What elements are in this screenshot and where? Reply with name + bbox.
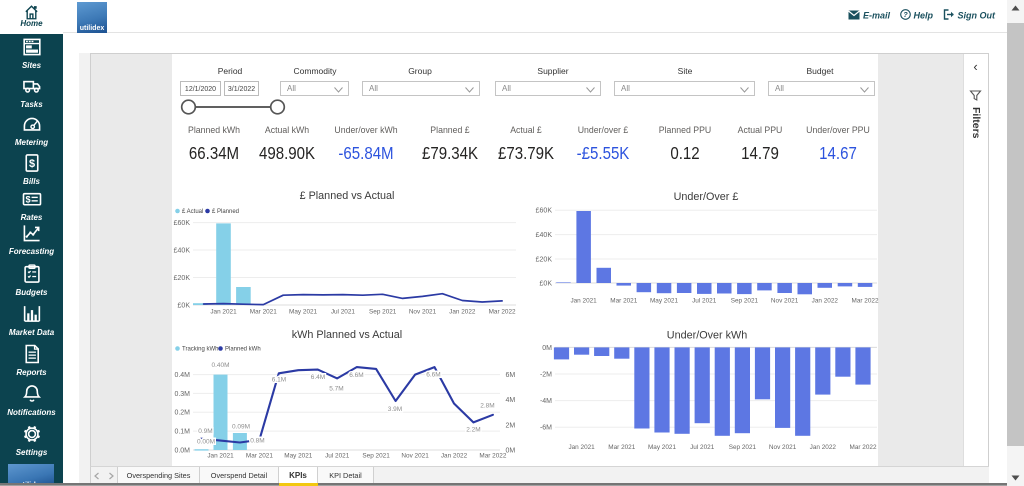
svg-text:Planned kWh: Planned kWh [225,347,261,353]
svg-text:Nov 2021: Nov 2021 [771,298,799,305]
svg-text:£ Actual: £ Actual [182,209,203,215]
svg-text:Mar 2022: Mar 2022 [850,444,877,451]
svg-text:Jul 2021: Jul 2021 [692,298,717,305]
svg-text:2.2M: 2.2M [466,427,480,434]
svg-text:Sep 2021: Sep 2021 [729,444,757,451]
svg-text:May 2021: May 2021 [650,298,679,305]
svg-text:Mar 2021: Mar 2021 [608,444,635,451]
svg-text:£ Planned: £ Planned [212,209,239,215]
svg-text:£0K: £0K [178,302,191,309]
svg-text:Under/Over kWh: Under/Over kWh [667,330,747,342]
svg-text:Jul 2021: Jul 2021 [325,452,350,459]
svg-text:Jan 2022: Jan 2022 [441,452,468,459]
svg-text:Nov 2021: Nov 2021 [769,444,797,451]
svg-text:Sep 2021: Sep 2021 [731,298,759,305]
svg-text:Mar 2021: Mar 2021 [246,452,273,459]
svg-text:Jan 2022: Jan 2022 [810,444,837,451]
svg-text:6.6M: 6.6M [426,372,440,379]
svg-text:Mar 2021: Mar 2021 [250,309,277,316]
svg-text:Jul 2021: Jul 2021 [331,309,356,316]
svg-text:0M: 0M [506,447,516,454]
svg-text:Jan 2021: Jan 2021 [570,298,597,305]
svg-text:-4M: -4M [540,398,552,405]
svg-text:Jan 2022: Jan 2022 [812,298,839,305]
svg-text:Jul 2021: Jul 2021 [690,444,715,451]
svg-text:2M: 2M [506,422,516,429]
svg-text:0.09M: 0.09M [232,423,250,430]
svg-text:May 2021: May 2021 [284,452,313,459]
svg-text:0.9M: 0.9M [198,428,212,435]
svg-text:Under/Over £: Under/Over £ [674,191,739,203]
svg-text:£40K: £40K [536,232,553,239]
svg-text:0M: 0M [542,345,552,352]
svg-text:£60K: £60K [174,220,191,227]
svg-text:£ Planned vs Actual: £ Planned vs Actual [300,190,395,202]
svg-text:0.40M: 0.40M [211,362,229,369]
svg-text:£40K: £40K [174,247,191,254]
svg-text:Nov 2021: Nov 2021 [401,452,429,459]
svg-text:Mar 2022: Mar 2022 [852,298,879,305]
svg-text:May 2021: May 2021 [648,444,677,451]
svg-text:Jan 2021: Jan 2021 [568,444,595,451]
svg-text:6.4M: 6.4M [311,374,325,381]
svg-text:0.2M: 0.2M [174,410,190,417]
svg-text:-6M: -6M [540,425,552,432]
svg-text:£20K: £20K [536,256,553,263]
svg-text:£20K: £20K [174,275,191,282]
svg-text:Mar 2022: Mar 2022 [489,309,516,316]
svg-text:£60K: £60K [536,208,553,215]
svg-text:Mar 2021: Mar 2021 [610,298,637,305]
svg-text:Jan 2022: Jan 2022 [449,309,476,316]
svg-text:3.9M: 3.9M [388,406,402,413]
svg-text:0.8M: 0.8M [250,438,264,445]
svg-text:Sep 2021: Sep 2021 [362,452,390,459]
svg-text:6.6M: 6.6M [349,372,363,379]
svg-text:5.7M: 5.7M [329,386,343,393]
svg-text:-2M: -2M [540,371,552,378]
svg-text:0.4M: 0.4M [174,372,190,379]
svg-text:0.1M: 0.1M [174,429,190,436]
svg-text:£0K: £0K [540,280,553,287]
svg-text:4M: 4M [506,397,516,404]
svg-text:Tracking kWh: Tracking kWh [182,347,218,353]
svg-text:Jan 2021: Jan 2021 [210,309,237,316]
svg-text:0.0M: 0.0M [174,447,190,454]
svg-text:6.1M: 6.1M [272,377,286,384]
svg-text:Nov 2021: Nov 2021 [409,309,437,316]
svg-text:kWh Planned vs Actual: kWh Planned vs Actual [292,329,402,341]
svg-text:0.3M: 0.3M [174,391,190,398]
svg-text:2.8M: 2.8M [480,403,494,410]
svg-text:Mar 2022: Mar 2022 [479,452,506,459]
svg-text:6M: 6M [506,372,516,379]
svg-text:May 2021: May 2021 [289,309,318,316]
svg-text:Jan 2021: Jan 2021 [207,452,234,459]
svg-text:0.00M: 0.00M [197,439,215,446]
svg-text:Sep 2021: Sep 2021 [369,309,397,316]
